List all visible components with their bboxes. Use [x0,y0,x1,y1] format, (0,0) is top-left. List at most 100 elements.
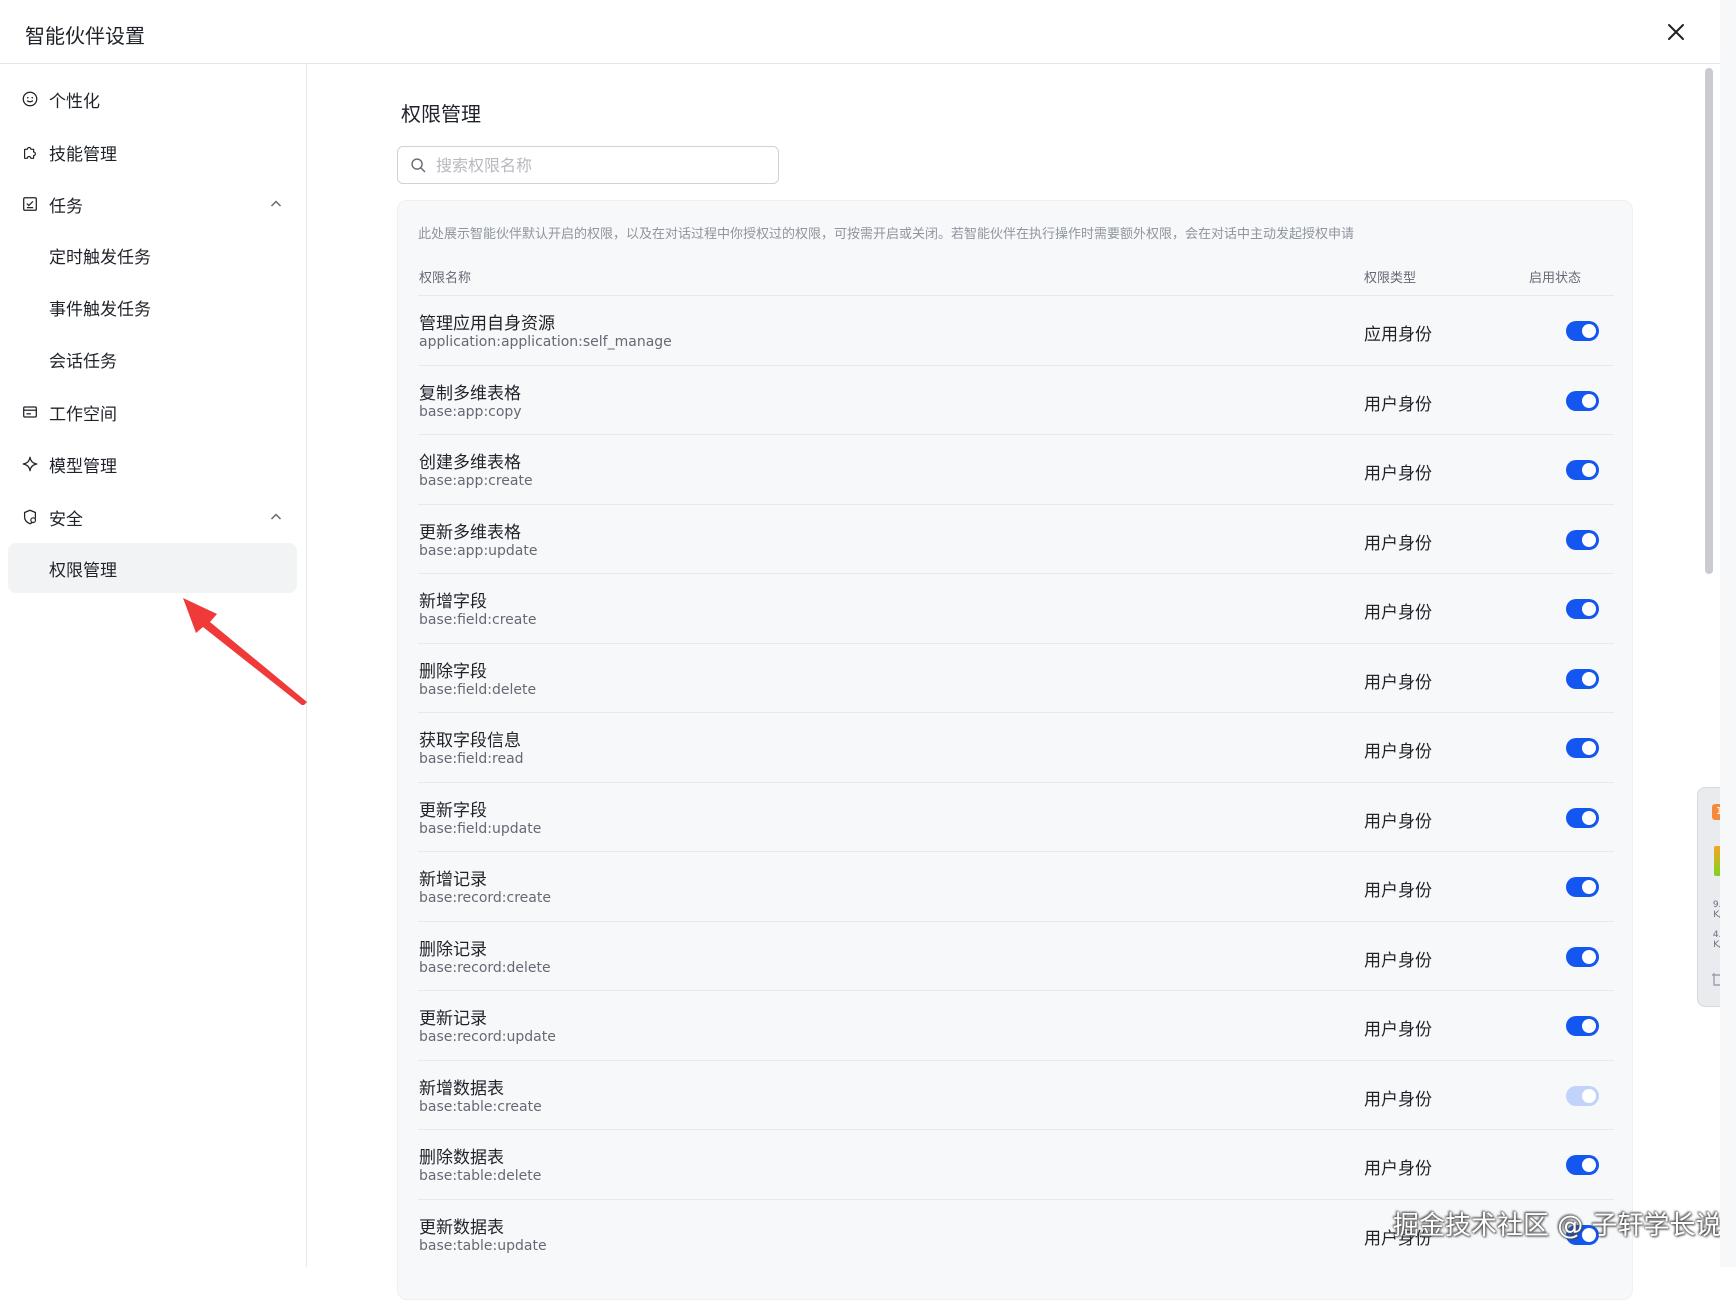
toggle-knob [1582,1019,1596,1033]
column-header-status: 启用状态 [1529,271,1582,286]
sidebar-item-label: 事件触发任务 [49,299,151,320]
table-row: 新增字段 base:field:create 用户身份 [418,573,1614,643]
table-row: 删除字段 base:field:delete 用户身份 [418,642,1614,713]
scrollbar-thumb[interactable] [1705,68,1713,574]
sidebar-item-label: 定时触发任务 [49,247,151,268]
permission-type: 用户身份 [1364,603,1432,623]
toggle-knob [1582,602,1596,616]
toggle-knob [1582,671,1596,686]
search-input[interactable] [436,147,766,183]
permission-name: 更新字段 [419,800,487,821]
column-header-type: 权限类型 [1364,271,1417,286]
search-box[interactable] [397,146,779,184]
permission-type: 用户身份 [1364,881,1432,901]
permission-name: 管理应用自身资源 [419,314,555,334]
permission-type: 用户身份 [1364,950,1432,971]
sidebar-item-workspace[interactable]: 工作空间 [8,389,297,435]
permission-name: 获取字段信息 [419,731,521,751]
header: 智能伙伴设置 [0,0,1720,64]
toggle-knob [1582,810,1596,825]
table-row: 管理应用自身资源 application:application:self_man… [418,295,1614,365]
enable-toggle[interactable] [1566,807,1599,828]
enable-toggle[interactable] [1566,1016,1599,1036]
table-row: 创建多维表格 base:app:create 用户身份 [418,434,1614,504]
enable-toggle[interactable] [1566,390,1599,411]
enable-toggle[interactable] [1566,877,1599,897]
permission-name: 删除记录 [419,939,487,960]
permission-type: 用户身份 [1364,533,1432,554]
enable-toggle[interactable] [1566,1085,1599,1106]
page-title: 权限管理 [401,102,481,126]
sidebar-item-personalize[interactable]: 个性化 [8,76,297,122]
toggle-knob [1582,1088,1596,1103]
table-row: 更新记录 base:record:update 用户身份 [418,990,1614,1060]
sparkle-icon [20,454,40,474]
toggle-knob [1582,324,1596,338]
scrollbar[interactable] [1700,64,1718,1267]
sidebar-item-scheduled-tasks[interactable]: 定时触发任务 [8,232,297,278]
toggle-knob [1582,880,1596,894]
permission-code: base:app:update [419,542,538,559]
watermark: 掘金技术社区 @ 子轩学长说 [1393,1211,1722,1241]
permission-code: base:field:update [419,820,542,837]
permissions-panel: 此处展示智能伙伴默认开启的权限，以及在对话过程中你授权过的权限，可按需开启或关闭… [397,200,1633,1300]
enable-toggle[interactable] [1566,529,1599,550]
sidebar-item-event-tasks[interactable]: 事件触发任务 [8,284,297,330]
permission-code: base:table:delete [419,1168,542,1184]
enable-toggle[interactable] [1566,321,1599,341]
permission-name: 删除数据表 [419,1148,504,1168]
sidebar-item-session-tasks[interactable]: 会话任务 [8,336,297,382]
enable-toggle[interactable] [1566,599,1599,619]
main-content: 权限管理 此处展示智能伙伴默认开启的权限，以及在对话过程中你授权过的权限，可按需… [308,64,1698,1300]
table-row: 删除记录 base:record:delete 用户身份 [418,920,1614,991]
folder-icon [20,402,40,422]
permission-type: 用户身份 [1364,742,1432,762]
table-row: 更新多维表格 base:app:update 用户身份 [418,503,1614,574]
permission-name: 新增字段 [419,592,487,612]
permission-name: 更新记录 [419,1009,487,1029]
puzzle-icon [20,142,40,162]
permission-code: base:table:create [419,1098,542,1115]
permission-type: 应用身份 [1364,325,1432,345]
shield-icon [20,507,40,527]
permissions-table: 管理应用自身资源 application:application:self_man… [418,295,1614,1268]
window-edge [1720,0,1736,1267]
permission-type: 用户身份 [1364,672,1432,693]
sidebar-item-tasks[interactable]: 任务 [8,181,297,227]
permission-code: base:table:update [419,1237,547,1254]
permission-type: 用户身份 [1364,1020,1432,1040]
table-row: 获取字段信息 base:field:read 用户身份 [418,712,1614,782]
toggle-knob [1582,1158,1596,1172]
toggle-knob [1582,741,1596,755]
permission-code: application:application:self_manage [419,334,672,350]
sidebar-item-label: 个性化 [49,91,100,112]
toggle-knob [1582,393,1596,408]
column-header-name: 权限名称 [419,271,472,286]
permission-name: 新增记录 [419,870,487,890]
annotation-arrow [183,598,307,705]
checklist-icon [20,194,40,214]
enable-toggle[interactable] [1566,1155,1599,1175]
enable-toggle[interactable] [1566,946,1599,967]
permission-name: 创建多维表格 [419,453,521,473]
enable-toggle[interactable] [1566,738,1599,758]
sidebar-item-permissions[interactable]: 权限管理 [8,543,297,593]
sidebar-item-label: 任务 [49,196,83,217]
permission-code: base:record:update [419,1029,556,1045]
enable-toggle[interactable] [1566,460,1599,480]
permission-code: base:field:create [419,612,537,628]
table-row: 删除数据表 base:table:delete 用户身份 [418,1129,1614,1199]
sidebar-item-models[interactable]: 模型管理 [8,441,297,487]
close-button[interactable] [1664,20,1688,44]
sidebar-item-skills[interactable]: 技能管理 [8,129,297,175]
window-title: 智能伙伴设置 [25,24,145,48]
table-row: 更新字段 base:field:update 用户身份 [418,781,1614,852]
permission-code: base:record:create [419,890,551,906]
enable-toggle[interactable] [1566,668,1599,689]
sidebar-item-security[interactable]: 安全 [8,494,297,540]
smile-icon [20,89,40,109]
chevron-up-icon [270,200,282,207]
permission-name: 复制多维表格 [419,383,521,404]
permission-code: base:app:create [419,473,533,489]
permission-code: base:field:delete [419,681,537,698]
